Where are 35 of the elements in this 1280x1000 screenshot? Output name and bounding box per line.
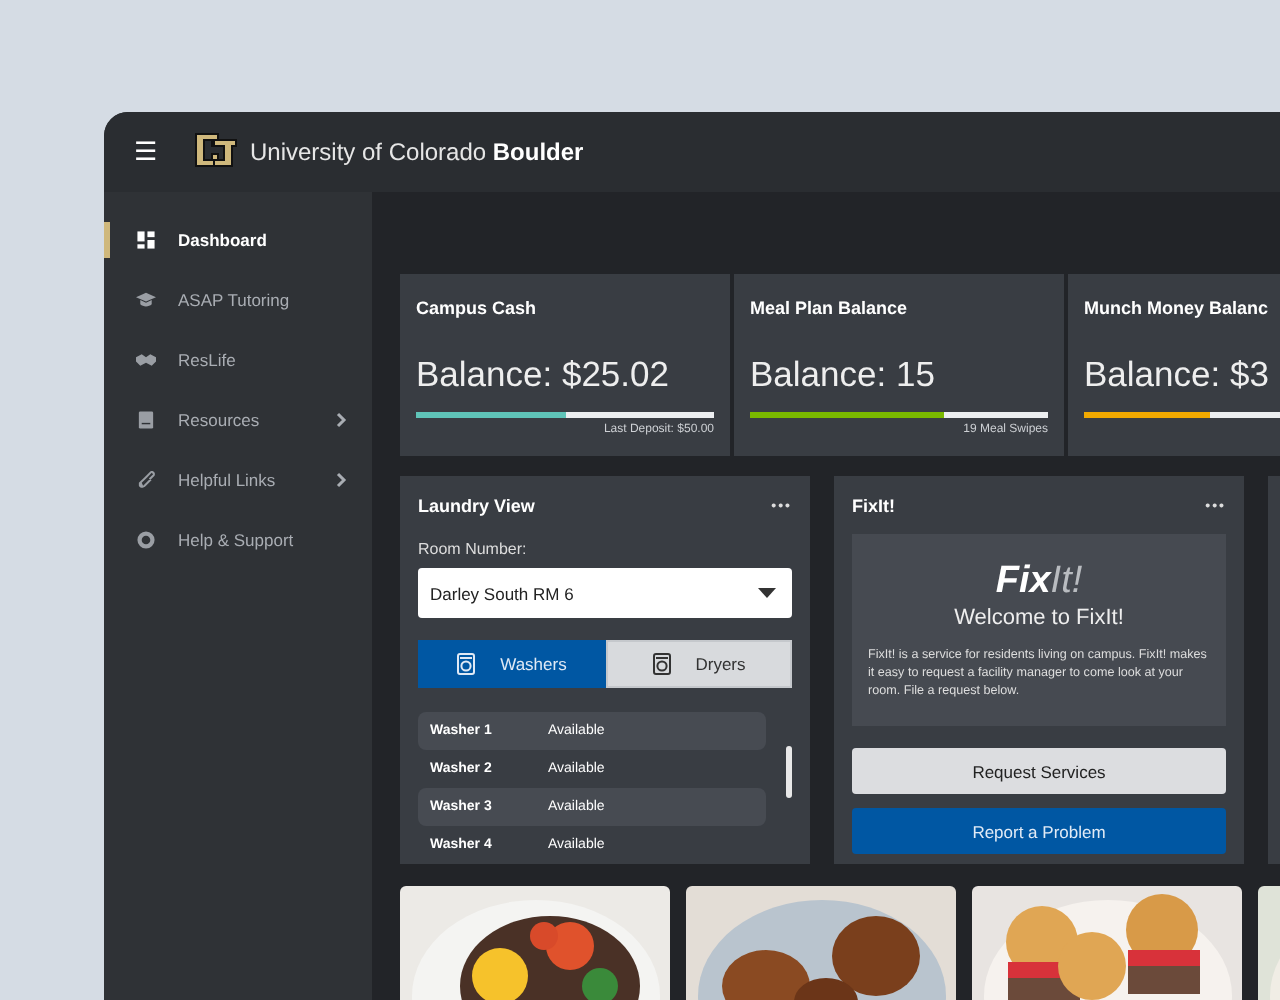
card-title: Meal Plan Balance	[750, 298, 910, 318]
washer-icon	[456, 652, 477, 676]
report-button[interactable]: Report a Problem	[852, 808, 1226, 854]
university-name: University of Colorado Boulder	[250, 138, 584, 166]
balance-amount: Balance: $25.02	[416, 354, 671, 396]
dryer-icon	[651, 652, 672, 676]
graduation-cap-icon	[136, 290, 156, 310]
welcome-heading: Welcome to FixIt!	[954, 606, 1124, 630]
chevron-icon	[336, 412, 348, 428]
field-label: Room Number:	[418, 540, 529, 558]
request-button[interactable]: Request Services	[852, 748, 1226, 794]
machine-tab[interactable]: Washers	[418, 640, 605, 688]
fixit-logo: FixIt!	[995, 560, 1083, 604]
lifebuoy-icon	[136, 530, 156, 550]
dashboard-icon	[136, 230, 156, 250]
sidebar-item[interactable]: Dashboard	[104, 210, 372, 270]
sidebar-item[interactable]: ResLife	[104, 330, 372, 390]
menu-icon[interactable]: ☰	[134, 140, 158, 164]
sidebar-item[interactable]: ASAP Tutoring	[104, 270, 372, 330]
balance-amount: Balance: 15	[750, 354, 937, 396]
dropdown-icon	[758, 588, 776, 598]
machine-tab[interactable]: Dryers	[605, 640, 792, 688]
card-title: Campus Cash	[416, 298, 539, 318]
link-icon	[136, 470, 156, 490]
room-select[interactable]: Darley South RM 6	[418, 568, 792, 618]
sidebar-item[interactable]: Helpful Links	[104, 450, 372, 510]
chevron-icon	[336, 472, 348, 488]
balance-amount: Balance: $3	[1084, 354, 1271, 396]
book-icon	[136, 410, 156, 430]
card-title: Munch Money Balanc	[1084, 298, 1271, 318]
scrollbar[interactable]	[786, 746, 792, 798]
card-title: FixIt!	[852, 496, 895, 516]
sidebar-item[interactable]: Help & Support	[104, 510, 372, 570]
card-title: Laundry View	[418, 496, 535, 516]
sidebar-item[interactable]: Resources	[104, 390, 372, 450]
